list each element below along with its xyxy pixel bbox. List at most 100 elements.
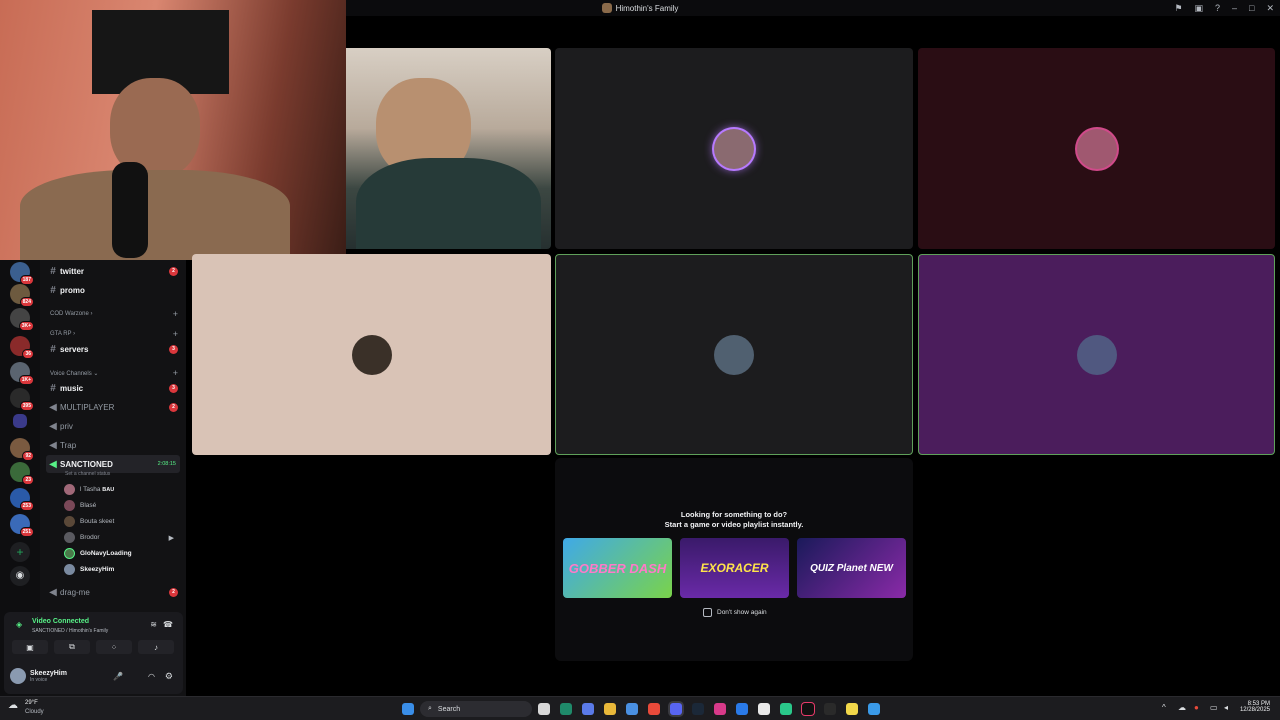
avatar[interactable] (10, 668, 26, 684)
game-card[interactable]: GOBBER DASH (563, 538, 672, 598)
maximize-icon[interactable]: □ (1249, 3, 1254, 13)
edge-icon[interactable] (560, 703, 572, 715)
clock[interactable]: 8:53 PM 12/28/2025 (1240, 701, 1270, 713)
minimize-icon[interactable]: – (1232, 3, 1237, 13)
tiktok-icon[interactable] (802, 703, 814, 715)
chatgpt-icon[interactable] (758, 703, 770, 715)
noise-icon[interactable]: ≋ (150, 620, 157, 629)
participant-tile[interactable] (192, 254, 551, 455)
checkbox-label: Don't show again (717, 609, 767, 616)
instagram-icon[interactable] (714, 703, 726, 715)
monitor-icon[interactable]: ▭ (1210, 703, 1218, 712)
server-icon[interactable]: 253 (10, 488, 34, 511)
camera-toggle-button[interactable]: ▣ (12, 640, 48, 654)
microphone-image (112, 162, 148, 258)
voice-location[interactable]: SANCTIONED / Himothin's Family (32, 628, 108, 634)
channel-servers[interactable]: # servers 3 (46, 340, 180, 358)
participant-tile[interactable] (918, 48, 1275, 249)
participant-tile[interactable] (555, 48, 913, 249)
search-placeholder: Search (437, 705, 461, 713)
voice-user[interactable]: SkeezyHim (64, 562, 178, 577)
voice-user[interactable]: Bouta skeet (64, 514, 178, 529)
participant-tile[interactable] (918, 254, 1275, 455)
chrome-icon[interactable] (648, 703, 660, 715)
inbox-icon[interactable]: ▣ (1194, 3, 1203, 14)
voice-user[interactable]: Blasé (64, 498, 178, 513)
server-icon[interactable]: 187 (10, 262, 34, 285)
disconnect-icon[interactable]: ☎ (163, 620, 173, 629)
store-icon[interactable] (626, 703, 638, 715)
channel-priv[interactable]: ◀ priv (46, 417, 180, 435)
weather-desc[interactable]: Cloudy (25, 709, 44, 715)
add-channel-icon[interactable]: + (173, 309, 178, 319)
voice-user[interactable]: Brodor ▶ (64, 530, 178, 545)
app-icon[interactable] (780, 703, 792, 715)
category-cod-warzone[interactable]: COD Warzone › + (50, 309, 178, 319)
server-badge: 1K+ (18, 375, 34, 385)
xbox-icon[interactable] (824, 703, 836, 715)
signal-icon[interactable]: ◈ (16, 620, 22, 629)
server-icon[interactable]: 1K+ (10, 362, 34, 385)
explorer-icon[interactable] (604, 703, 616, 715)
steam-icon[interactable] (692, 703, 704, 715)
category-label: GTA RP (50, 331, 72, 337)
server-badge: 824 (19, 297, 34, 307)
server-icon[interactable]: 251 (10, 514, 34, 537)
server-icon[interactable]: 395 (10, 388, 34, 411)
channel-multiplayer[interactable]: ◀ MULTIPLAYER 2 (46, 398, 180, 416)
add-channel-icon[interactable]: + (173, 329, 178, 339)
channel-promo[interactable]: # promo (46, 281, 180, 299)
app-icon[interactable] (868, 703, 880, 715)
channel-drag-me[interactable]: ◀ drag-me 2 (46, 583, 180, 601)
server-icon[interactable]: 824 (10, 284, 34, 307)
help-icon[interactable]: ? (1215, 3, 1220, 13)
speaker-icon: ◀ (49, 458, 57, 470)
channel-twitter[interactable]: # twitter 2 (46, 262, 180, 280)
taskbar-search[interactable]: ⌕ Search (420, 701, 532, 717)
windows-start-icon[interactable] (402, 703, 414, 715)
weather-temp[interactable]: 29°F (25, 700, 38, 706)
voice-user[interactable]: GloNavyLoading (64, 546, 178, 561)
server-icon[interactable]: 23 (10, 462, 34, 485)
settings-gear-icon[interactable]: ⚙ (165, 671, 173, 682)
server-icon[interactable]: 36 (10, 336, 34, 359)
close-window-icon[interactable]: ✕ (1266, 3, 1274, 14)
task-view-icon[interactable] (538, 703, 550, 715)
channel-music[interactable]: # music 3 (46, 379, 180, 397)
category-voice-channels[interactable]: Voice Channels ⌄ + (50, 368, 178, 378)
cloud-icon[interactable]: ☁ (1178, 703, 1186, 712)
volume-icon[interactable]: ◂ (1224, 703, 1228, 712)
checkbox-icon[interactable] (703, 608, 712, 617)
voice-user-name: SkeezyHim (80, 566, 115, 573)
soundboard-button[interactable]: ♪ (138, 640, 174, 654)
mic-tray-icon[interactable]: ● (1194, 703, 1199, 712)
activities-button[interactable]: ⁘ (96, 640, 132, 654)
sticky-notes-icon[interactable] (846, 703, 858, 715)
app-icon[interactable] (736, 703, 748, 715)
dont-show-again-checkbox[interactable]: Don't show again (703, 608, 767, 617)
tray-chevron-icon[interactable]: ^ (1162, 703, 1166, 712)
headset-icon[interactable]: ◠ (148, 672, 155, 681)
discover-icon[interactable]: ◉ (10, 566, 30, 586)
add-server-icon[interactable]: + (10, 542, 30, 562)
add-channel-icon[interactable]: + (173, 368, 178, 378)
server-icon[interactable]: 3K+ (10, 308, 34, 331)
channel-status-hint[interactable]: Set a channel status (65, 471, 110, 477)
game-card[interactable]: EXORACER (680, 538, 789, 598)
server-icon[interactable]: 92 (10, 438, 34, 461)
channel-trap[interactable]: ◀ Trap (46, 436, 180, 454)
copilot-icon[interactable] (582, 703, 594, 715)
mic-icon[interactable]: 🎤 (113, 672, 123, 681)
hash-icon: # (50, 284, 56, 296)
discord-icon[interactable] (670, 703, 682, 715)
game-card[interactable]: QUIZ Planet NEW (797, 538, 906, 598)
folder-icon[interactable] (13, 414, 27, 428)
participant-tile[interactable] (555, 254, 913, 455)
category-gta-rp[interactable]: GTA RP › + (50, 329, 178, 339)
flag-icon[interactable]: ⚑ (1174, 3, 1182, 14)
screen-share-button[interactable]: ⧉ (54, 640, 90, 654)
voice-user[interactable]: l Tasha BAU (64, 482, 178, 497)
channel-name: drag-me (60, 587, 90, 597)
video-tile-user[interactable]: ⊘ (346, 48, 551, 249)
user-status: In voice (30, 676, 48, 683)
